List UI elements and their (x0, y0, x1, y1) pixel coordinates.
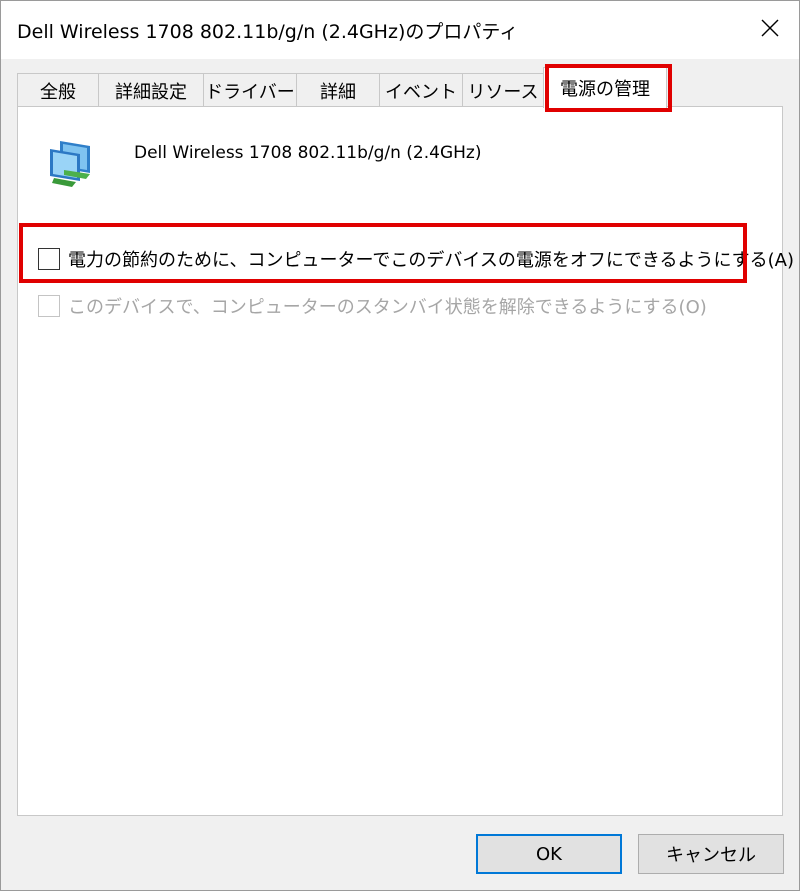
tab-power-management[interactable]: 電源の管理 (543, 67, 667, 108)
tab-general[interactable]: 全般 (17, 73, 99, 107)
device-name: Dell Wireless 1708 802.11b/g/n (2.4GHz) (134, 143, 482, 163)
tab-advanced[interactable]: 詳細設定 (98, 73, 204, 107)
power-management-panel: Dell Wireless 1708 802.11b/g/n (2.4GHz) … (17, 106, 794, 816)
close-button[interactable] (749, 9, 791, 47)
allow-power-off-option[interactable]: 電力の節約のために、コンピューターでこのデバイスの電源をオフにできるようにする(… (38, 246, 794, 272)
window-title: Dell Wireless 1708 802.11b/g/n (2.4GHz)の… (17, 21, 519, 43)
ok-button[interactable]: OK (476, 834, 622, 874)
network-adapter-icon (50, 141, 90, 187)
tab-events[interactable]: イベント (379, 73, 463, 107)
cancel-button[interactable]: キャンセル (638, 834, 784, 874)
title-bar: Dell Wireless 1708 802.11b/g/n (2.4GHz)の… (1, 1, 799, 59)
allow-wake-checkbox (38, 295, 60, 317)
allow-power-off-checkbox[interactable] (38, 248, 60, 270)
close-icon (761, 19, 779, 37)
allow-wake-option: このデバイスで、コンピューターのスタンバイ状態を解除できるようにする(O) (38, 293, 707, 319)
tab-details[interactable]: 詳細 (296, 73, 380, 107)
tab-strip: 全般 詳細設定 ドライバー 詳細 イベント リソース 電源の管理 (17, 67, 783, 108)
tab-resources[interactable]: リソース (462, 73, 544, 107)
allow-power-off-label: 電力の節約のために、コンピューターでこのデバイスの電源をオフにできるようにする(… (68, 250, 795, 271)
tab-driver[interactable]: ドライバー (203, 73, 297, 107)
allow-wake-label: このデバイスで、コンピューターのスタンバイ状態を解除できるようにする(O) (68, 297, 707, 318)
properties-dialog: Dell Wireless 1708 802.11b/g/n (2.4GHz)の… (0, 0, 800, 891)
